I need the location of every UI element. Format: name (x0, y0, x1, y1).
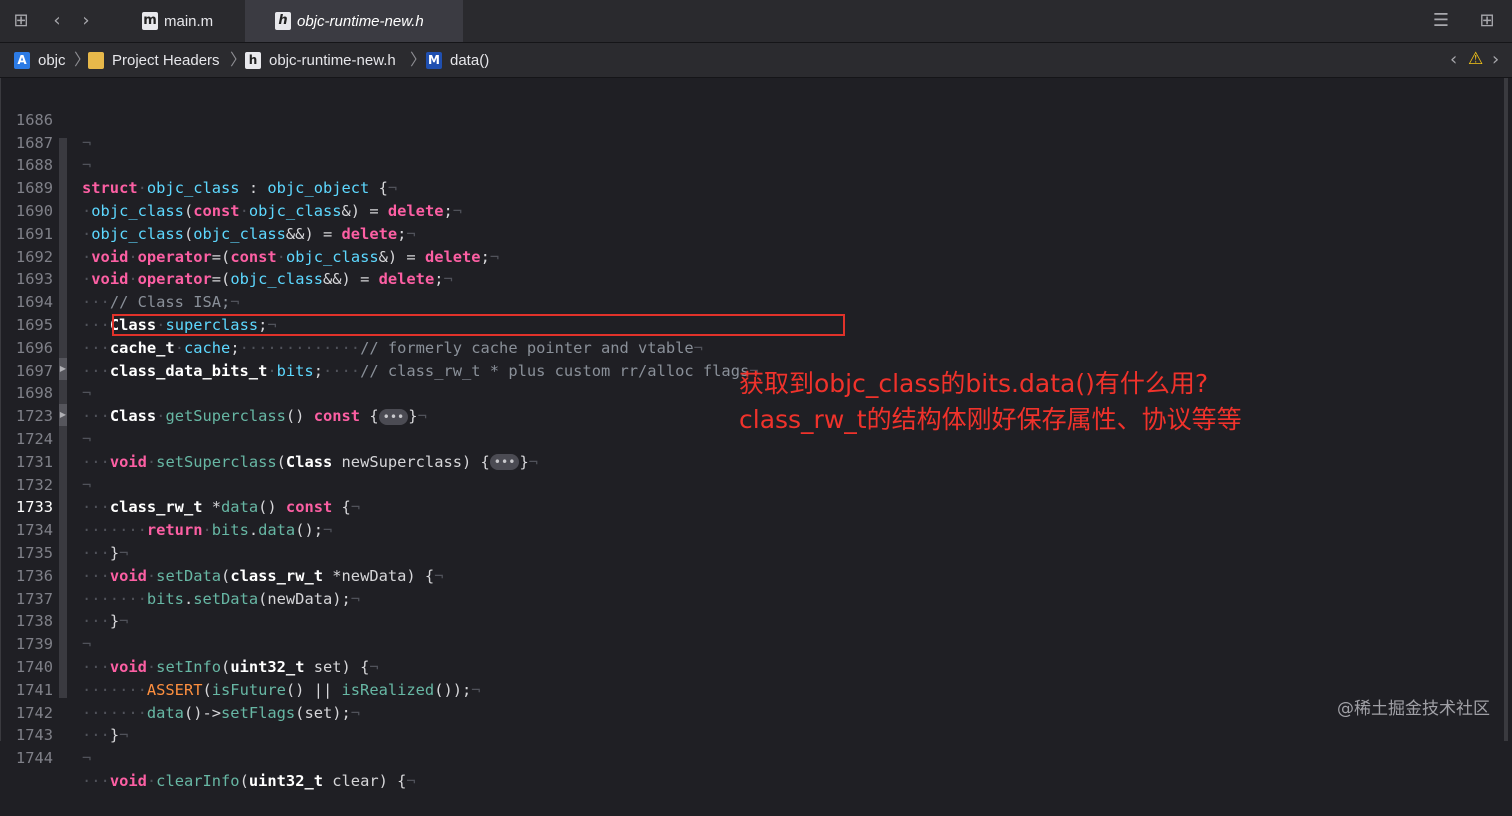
line-number: 1744 (15, 749, 53, 768)
code-line: 1737 ···}¬ (1, 565, 1501, 631)
code-line: 1688 struct·objc_class : objc_object {¬ (1, 132, 1501, 197)
tab-label: main.m (164, 12, 214, 30)
breadcrumb-label: Project Headers (112, 51, 220, 69)
code-line: 1693 ···// Class ISA;¬ (1, 246, 1501, 311)
method-icon: M (426, 51, 442, 69)
forward-icon[interactable]: › (73, 8, 99, 34)
breadcrumb-symbol[interactable]: M data() (426, 43, 489, 77)
code-line: 1740 ·······ASSERT(isFuture() || isReali… (1, 633, 1501, 699)
code-line: 1744 ···void·clearInfo(uint32_t clear) {… (1, 724, 1501, 790)
tab-label: objc-runtime-new.h (297, 12, 424, 30)
breadcrumb-label: objc (38, 51, 66, 69)
code-line: 1738 ¬ (1, 588, 1501, 653)
annotation-line-1: 获取到objc_class的bits.data()有什么用? (739, 369, 1209, 398)
code-line: 1686 ¬ (1, 86, 1501, 152)
code-line: 1732 ···class_rw_t *data() const {¬ (1, 451, 1501, 517)
code-line: 1689 ·objc_class(const·objc_class&) = de… (1, 154, 1501, 220)
m-file-icon: m (142, 12, 158, 30)
tab-bar: ⊞ ‹ › m main.m h objc-runtime-new.h ☰ ⊞ (0, 0, 1512, 43)
h-file-icon: h (245, 51, 261, 69)
code-line: 1687 ¬ (1, 109, 1501, 175)
code-line: 1743 ¬ (1, 702, 1501, 767)
breadcrumb-project[interactable]: A objc (14, 43, 66, 77)
code-line-current: 1733 ·······return·bits.data();¬ (1, 474, 1501, 539)
grid-icon[interactable]: ⊞ (8, 8, 34, 34)
annotation-line-2: class_rw_t的结构体刚好保存属性、协议等等 (739, 405, 1242, 434)
h-file-icon: h (275, 12, 291, 30)
code-line: 1692 ·void·operator=(objc_class&&) = del… (1, 223, 1501, 289)
tab-objc-runtime-new-h[interactable]: h objc-runtime-new.h (245, 0, 463, 42)
code-line: 1735 ···void·setData(class_rw_t *newData… (1, 519, 1501, 585)
back-icon[interactable]: ‹ (44, 8, 70, 34)
code-line: 1739 ···void·setInfo(uint32_t set) {¬ (1, 610, 1501, 676)
xcode-project-icon: A (14, 51, 30, 69)
code-line: 1691 ·void·operator=(const·objc_class&) … (1, 200, 1501, 266)
breadcrumb-group[interactable]: f Project Headers (88, 43, 220, 77)
jump-bar: A objc 〉 f Project Headers 〉 h objc-runt… (0, 43, 1512, 78)
code-line: 1741 ·······data()->setFlags(set);¬ (1, 656, 1501, 722)
breadcrumb-file[interactable]: h objc-runtime-new.h (245, 43, 396, 77)
warning-icon[interactable]: ⚠ (1468, 49, 1483, 69)
code-line: 1694 ···Class·superclass;¬ (1, 268, 1501, 334)
breadcrumb-label: objc-runtime-new.h (269, 51, 396, 69)
code-line: 1736 ·······bits.setData(newData);¬ (1, 542, 1501, 608)
highlight-box (112, 314, 845, 336)
code-line: 1690 ·objc_class(objc_class&&) = delete;… (1, 177, 1501, 243)
code-line: 1697 ¬ (1, 337, 1501, 403)
add-editor-icon[interactable]: ⊞ (1474, 8, 1500, 34)
chevron-right-icon[interactable]: › (1492, 49, 1499, 70)
chevron-right-icon: 〉 (410, 50, 427, 69)
code-line: 1742 ···}¬ (1, 679, 1501, 745)
watermark: @稀土掘金技术社区 (1337, 699, 1490, 719)
code-line: 1734 ···}¬ (1, 496, 1501, 562)
code-line: 1695 ···cache_t·cache;·············// fo… (1, 291, 1501, 357)
chevron-right-icon: 〉 (230, 50, 247, 69)
folder-icon: f (88, 51, 104, 69)
editor-options-icon[interactable]: ☰ (1428, 8, 1454, 34)
breadcrumb-label: data() (450, 51, 490, 69)
chevron-left-icon[interactable]: ‹ (1450, 49, 1457, 70)
